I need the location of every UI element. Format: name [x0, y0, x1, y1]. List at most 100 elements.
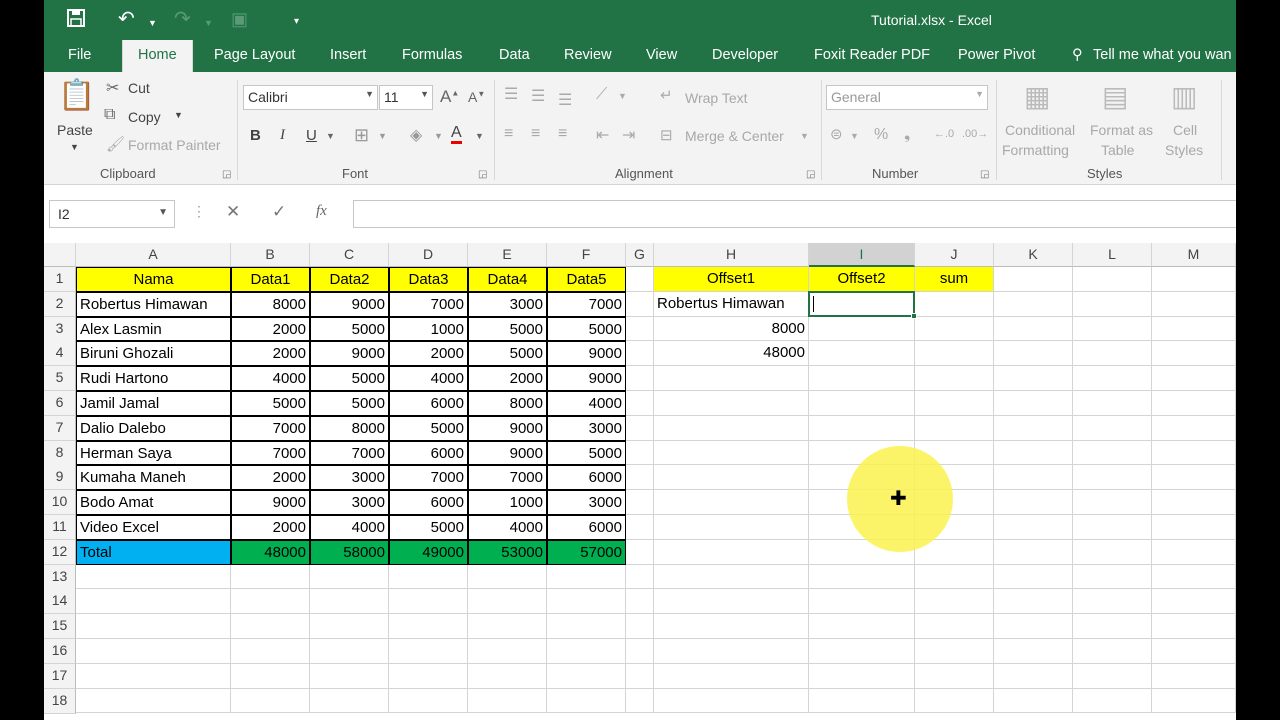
- total-label[interactable]: Total: [76, 539, 231, 565]
- column-header-d[interactable]: D: [389, 243, 468, 267]
- value-cell[interactable]: 9000: [231, 490, 310, 515]
- value-cell[interactable]: 5000: [310, 366, 389, 391]
- value-cell[interactable]: 7000: [468, 465, 547, 491]
- value-cell[interactable]: 6000: [389, 490, 468, 515]
- value-cell[interactable]: 2000: [231, 465, 310, 491]
- bold-button[interactable]: B: [250, 127, 261, 144]
- tell-me-icon[interactable]: ⚲: [1072, 47, 1083, 63]
- grid-cell[interactable]: [915, 688, 994, 714]
- value-cell[interactable]: 6000: [547, 465, 626, 491]
- grid-cell[interactable]: [994, 291, 1073, 317]
- table-header[interactable]: Data5: [547, 267, 626, 292]
- grid-cell[interactable]: [915, 291, 994, 317]
- offset1-header[interactable]: Offset1: [654, 267, 809, 292]
- column-header-g[interactable]: G: [626, 243, 654, 267]
- column-header-a[interactable]: A: [76, 243, 231, 267]
- grid-cell[interactable]: [809, 291, 915, 317]
- row-header-16[interactable]: 16: [44, 639, 76, 664]
- total-value[interactable]: 57000: [547, 539, 626, 565]
- value-cell[interactable]: 4000: [468, 515, 547, 540]
- grid-cell[interactable]: [994, 415, 1073, 441]
- value-cell[interactable]: 2000: [231, 316, 310, 342]
- grid-cell[interactable]: [310, 564, 389, 590]
- percent-style-icon[interactable]: %: [874, 126, 888, 144]
- grid-cell[interactable]: [654, 465, 809, 491]
- redo-dropdown-icon[interactable]: ▼: [204, 12, 213, 34]
- touch-mode-icon[interactable]: ▣: [231, 8, 248, 30]
- tab-foxit-reader-pdf[interactable]: Foxit Reader PDF: [814, 47, 930, 63]
- formula-input[interactable]: [353, 200, 1236, 228]
- align-top-icon[interactable]: ☰: [504, 84, 518, 104]
- tab-file[interactable]: File: [68, 47, 91, 63]
- column-header-j[interactable]: J: [915, 243, 994, 267]
- value-cell[interactable]: 3000: [468, 291, 547, 317]
- grid-cell[interactable]: [994, 564, 1073, 590]
- grid-cell[interactable]: [915, 564, 994, 590]
- row-header-13[interactable]: 13: [44, 564, 76, 590]
- value-cell[interactable]: 5000: [231, 391, 310, 416]
- grid-cell[interactable]: [654, 515, 809, 540]
- conditional-formatting-label-1[interactable]: Conditional: [1005, 122, 1075, 138]
- grid-cell[interactable]: [1073, 688, 1152, 714]
- row-header-3[interactable]: 3: [44, 316, 76, 342]
- grid-cell[interactable]: [1152, 515, 1236, 540]
- grid-cell[interactable]: [654, 391, 809, 416]
- value-cell[interactable]: 7000: [547, 291, 626, 317]
- value-cell[interactable]: 1000: [389, 316, 468, 342]
- conditional-formatting-icon[interactable]: ▦: [1024, 80, 1050, 113]
- column-header-l[interactable]: L: [1073, 243, 1152, 267]
- total-value[interactable]: 49000: [389, 539, 468, 565]
- grid-cell[interactable]: [994, 391, 1073, 416]
- grid-cell[interactable]: [915, 639, 994, 664]
- value-cell[interactable]: 3000: [547, 490, 626, 515]
- table-header[interactable]: Data1: [231, 267, 310, 292]
- grid-cell[interactable]: [915, 366, 994, 391]
- total-value[interactable]: 53000: [468, 539, 547, 565]
- fill-handle[interactable]: [911, 312, 917, 319]
- row-header-4[interactable]: 4: [44, 341, 76, 367]
- grid-cell[interactable]: [1152, 539, 1236, 565]
- orientation-dropdown-icon[interactable]: ▼: [618, 91, 627, 101]
- grid-cell[interactable]: [626, 490, 654, 515]
- grid-cell[interactable]: [76, 589, 231, 615]
- clipboard-launcher-icon[interactable]: ◲: [222, 169, 231, 180]
- grid-cell[interactable]: [1152, 663, 1236, 689]
- grid-cell[interactable]: [310, 639, 389, 664]
- value-cell[interactable]: 7000: [231, 415, 310, 441]
- font-launcher-icon[interactable]: ◲: [478, 169, 487, 180]
- font-color-dropdown-icon[interactable]: ▼: [475, 131, 484, 141]
- grid-cell[interactable]: [994, 639, 1073, 664]
- grid-cell[interactable]: [547, 663, 626, 689]
- grid-cell[interactable]: [994, 539, 1073, 565]
- font-name-select[interactable]: Calibri ▼: [243, 85, 378, 110]
- undo-dropdown-icon[interactable]: ▼: [148, 12, 157, 34]
- name-cell[interactable]: Herman Saya: [76, 440, 231, 466]
- grid-cell[interactable]: [654, 539, 809, 565]
- grid-cell[interactable]: [654, 366, 809, 391]
- wrap-text-button[interactable]: Wrap Text: [685, 90, 748, 106]
- grid-cell[interactable]: [626, 415, 654, 441]
- format-painter-icon[interactable]: 🖌: [106, 135, 125, 153]
- grid-cell[interactable]: [468, 614, 547, 639]
- grid-cell[interactable]: [994, 341, 1073, 367]
- grid-cell[interactable]: [1152, 490, 1236, 515]
- tab-page-layout[interactable]: Page Layout: [214, 47, 295, 63]
- row-header-2[interactable]: 2: [44, 291, 76, 317]
- paste-button[interactable]: Paste: [57, 122, 93, 138]
- grid-cell[interactable]: [231, 639, 310, 664]
- grid-cell[interactable]: [1073, 415, 1152, 441]
- grid-cell[interactable]: [915, 341, 994, 367]
- value-cell[interactable]: 4000: [547, 391, 626, 416]
- value-cell[interactable]: 2000: [389, 341, 468, 367]
- column-header-b[interactable]: B: [231, 243, 310, 267]
- value-cell[interactable]: 5000: [310, 391, 389, 416]
- align-middle-icon[interactable]: ☰: [531, 86, 545, 106]
- grid-cell[interactable]: [809, 663, 915, 689]
- align-right-icon[interactable]: ≡: [558, 125, 567, 143]
- italic-button[interactable]: I: [280, 127, 285, 144]
- grid-cell[interactable]: [389, 614, 468, 639]
- value-cell[interactable]: 1000: [468, 490, 547, 515]
- grid-cell[interactable]: [1152, 267, 1236, 292]
- grid-cell[interactable]: [626, 366, 654, 391]
- grid-cell[interactable]: [1152, 415, 1236, 441]
